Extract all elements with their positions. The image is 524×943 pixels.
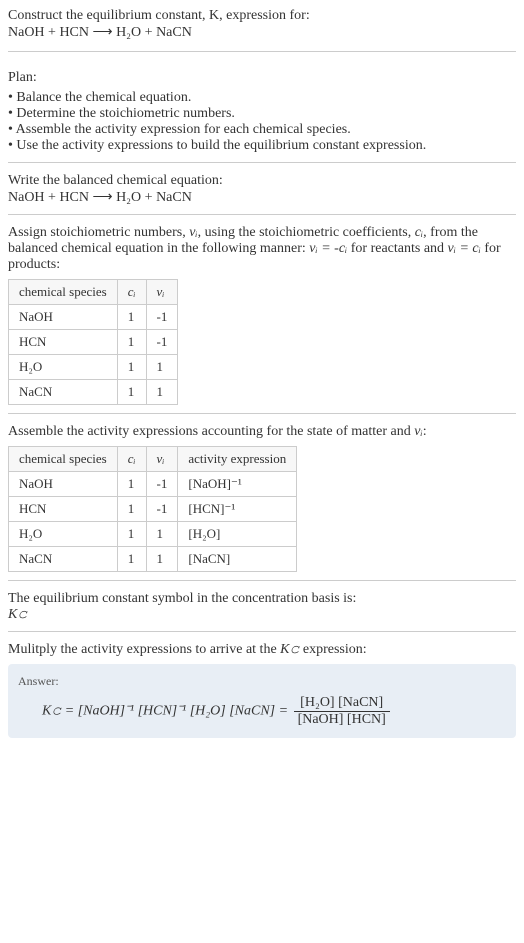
- nu-cell: -1: [146, 472, 178, 497]
- table-row: H₂O 1 1 [H₂O]: [9, 522, 297, 547]
- ci-cell: 1: [117, 355, 146, 380]
- plan-item: Use the activity expressions to build th…: [8, 138, 516, 154]
- nu-cell: 1: [146, 547, 178, 572]
- expr-cell: [NaOH]⁻¹: [178, 472, 297, 497]
- expr-cell: [H₂O]: [178, 522, 297, 547]
- symbol-line: The equilibrium constant symbol in the c…: [8, 591, 516, 607]
- answer-block: Answer: K𝚌 = [NaOH]⁻¹ [HCN]⁻¹ [H₂O] [NaC…: [8, 664, 516, 738]
- table-row: HCN 1 -1: [9, 330, 178, 355]
- ci-cell: 1: [117, 472, 146, 497]
- plan-item: Assemble the activity expression for eac…: [8, 122, 516, 138]
- nu-cell: -1: [146, 305, 178, 330]
- species-cell: HCN: [9, 330, 118, 355]
- nu-cell: 1: [146, 380, 178, 405]
- col-species: chemical species: [9, 447, 118, 472]
- table-row: HCN 1 -1 [HCN]⁻¹: [9, 497, 297, 522]
- balanced-equation: NaOH + HCN ⟶ H₂O + NaCN: [8, 189, 516, 206]
- plan-title: Plan:: [8, 70, 516, 86]
- nu-cell: 1: [146, 522, 178, 547]
- activity-table: chemical species cᵢ νᵢ activity expressi…: [8, 446, 297, 572]
- plan-item: Balance the chemical equation.: [8, 90, 516, 106]
- answer-fraction: [H₂O] [NaCN] [NaOH] [HCN]: [294, 695, 390, 728]
- activity-intro: Assemble the activity expressions accoun…: [8, 424, 516, 440]
- species-cell: NaCN: [9, 547, 118, 572]
- kc-symbol: K𝚌: [280, 642, 299, 657]
- table-row: H₂O 1 1: [9, 355, 178, 380]
- table-header-row: chemical species cᵢ νᵢ activity expressi…: [9, 447, 297, 472]
- ci-cell: 1: [117, 380, 146, 405]
- rel2: νᵢ = cᵢ: [448, 241, 481, 256]
- fraction-denominator: [NaOH] [HCN]: [294, 712, 390, 728]
- table-row: NaOH 1 -1: [9, 305, 178, 330]
- nu-symbol: νᵢ: [189, 225, 197, 240]
- species-cell: NaCN: [9, 380, 118, 405]
- stoich-text: Assign stoichiometric numbers,: [8, 225, 189, 240]
- multiply-section: Mulitply the activity expressions to arr…: [8, 634, 516, 738]
- ci-cell: 1: [117, 305, 146, 330]
- stoich-text: for reactants and: [347, 241, 447, 256]
- balanced-section: Write the balanced chemical equation: Na…: [8, 165, 516, 215]
- col-ci: cᵢ: [117, 447, 146, 472]
- header-block: Construct the equilibrium constant, K, e…: [8, 8, 516, 52]
- ci-cell: 1: [117, 547, 146, 572]
- ci-cell: 1: [117, 522, 146, 547]
- ci-symbol: cᵢ: [415, 225, 423, 240]
- header-line1: Construct the equilibrium constant, K, e…: [8, 8, 516, 24]
- expr-cell: [NaCN]: [178, 547, 297, 572]
- species-cell: H₂O: [9, 522, 118, 547]
- col-nu: νᵢ: [146, 280, 178, 305]
- plan-list: Balance the chemical equation. Determine…: [8, 90, 516, 154]
- answer-lhs: K𝚌 = [NaOH]⁻¹ [HCN]⁻¹ [H₂O] [NaCN] =: [42, 704, 292, 719]
- stoich-intro: Assign stoichiometric numbers, νᵢ, using…: [8, 225, 516, 273]
- ci-cell: 1: [117, 330, 146, 355]
- activity-text: Assemble the activity expressions accoun…: [8, 424, 414, 439]
- col-nu: νᵢ: [146, 447, 178, 472]
- species-cell: NaOH: [9, 305, 118, 330]
- multiply-text: Mulitply the activity expressions to arr…: [8, 642, 280, 657]
- rel1: νᵢ = -cᵢ: [309, 241, 347, 256]
- header-text: Construct the equilibrium constant, K, e…: [8, 8, 310, 23]
- header-equation: NaOH + HCN ⟶ H₂O + NaCN: [8, 24, 516, 41]
- fraction-numerator: [H₂O] [NaCN]: [294, 695, 390, 712]
- stoich-text: , using the stoichiometric coefficients,: [198, 225, 415, 240]
- nu-cell: -1: [146, 497, 178, 522]
- symbol-section: The equilibrium constant symbol in the c…: [8, 583, 516, 632]
- col-species: chemical species: [9, 280, 118, 305]
- activity-section: Assemble the activity expressions accoun…: [8, 416, 516, 581]
- nu-cell: -1: [146, 330, 178, 355]
- nu-symbol: νᵢ: [414, 424, 422, 439]
- table-header-row: chemical species cᵢ νᵢ: [9, 280, 178, 305]
- symbol-kc: K𝚌: [8, 607, 516, 623]
- multiply-text: expression:: [299, 642, 366, 657]
- table-row: NaOH 1 -1 [NaOH]⁻¹: [9, 472, 297, 497]
- answer-label: Answer:: [18, 674, 506, 689]
- stoich-section: Assign stoichiometric numbers, νᵢ, using…: [8, 217, 516, 414]
- col-ci: cᵢ: [117, 280, 146, 305]
- balanced-title: Write the balanced chemical equation:: [8, 173, 516, 189]
- table-row: NaCN 1 1: [9, 380, 178, 405]
- ci-cell: 1: [117, 497, 146, 522]
- activity-text: :: [423, 424, 427, 439]
- expr-cell: [HCN]⁻¹: [178, 497, 297, 522]
- species-cell: H₂O: [9, 355, 118, 380]
- nu-cell: 1: [146, 355, 178, 380]
- species-cell: HCN: [9, 497, 118, 522]
- plan-item: Determine the stoichiometric numbers.: [8, 106, 516, 122]
- answer-expression: K𝚌 = [NaOH]⁻¹ [HCN]⁻¹ [H₂O] [NaCN] = [H₂…: [18, 695, 506, 728]
- species-cell: NaOH: [9, 472, 118, 497]
- col-expr: activity expression: [178, 447, 297, 472]
- table-row: NaCN 1 1 [NaCN]: [9, 547, 297, 572]
- multiply-line: Mulitply the activity expressions to arr…: [8, 642, 516, 658]
- plan-section: Plan: Balance the chemical equation. Det…: [8, 62, 516, 163]
- stoich-table: chemical species cᵢ νᵢ NaOH 1 -1 HCN 1 -…: [8, 279, 178, 405]
